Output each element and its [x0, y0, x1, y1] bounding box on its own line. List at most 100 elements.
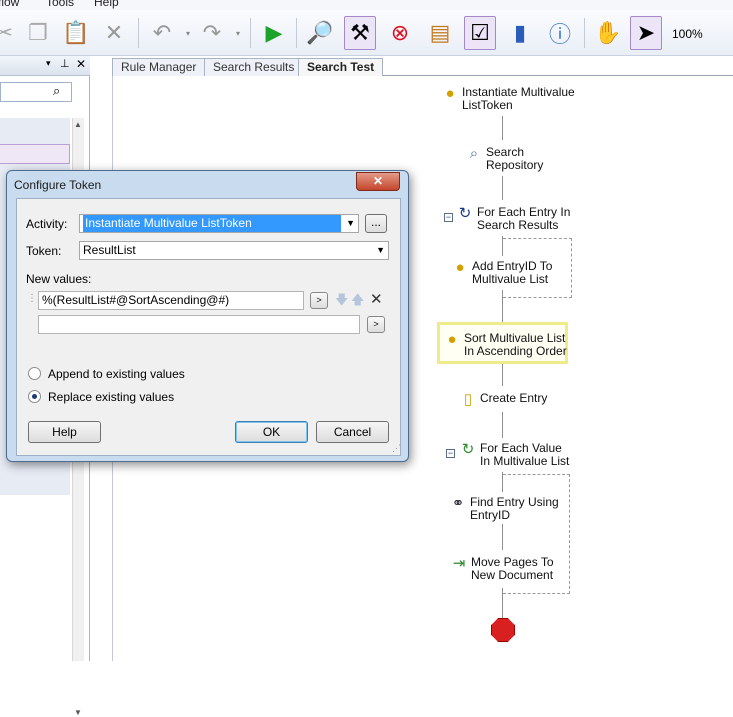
- loop-icon: ↻: [458, 205, 472, 222]
- cut-icon[interactable]: ✂: [0, 16, 20, 50]
- close-icon[interactable]: ✕: [76, 57, 86, 71]
- new-values-label: New values:: [26, 272, 92, 286]
- activity-select[interactable]: Instantiate Multivalue ListToken ▼: [79, 214, 359, 233]
- move-up-icon[interactable]: 🡅: [351, 291, 364, 313]
- menu-bar: rflow Tools Help: [0, 0, 733, 10]
- activity-label: Instantiate Multivalue: [462, 85, 575, 99]
- menu-tools[interactable]: Tools: [46, 0, 74, 9]
- connector: [502, 116, 503, 140]
- properties-icon[interactable]: ▤: [424, 16, 456, 50]
- activity-label: EntryID: [470, 508, 511, 522]
- activity-instantiate[interactable]: ● Instantiate Multivalue ListToken: [441, 85, 575, 112]
- collapse-icon[interactable]: −: [444, 213, 453, 222]
- pin-icon[interactable]: ⊥: [60, 57, 70, 70]
- connector: [502, 290, 503, 322]
- move-down-icon[interactable]: 🡇: [335, 291, 348, 313]
- panel-menu-icon[interactable]: ▾: [46, 58, 51, 69]
- document-tabs: Rule Manager Search Results Search Test: [112, 56, 733, 76]
- toolbar: ✂ ❐ 📋 ✕ ↶ ▾ ↷ ▾ ▶ 🔎 ⚒ ⊗ ▤ ☑ ▮ ⓘ ✋ ➤ 100%: [0, 10, 733, 56]
- remove-value-icon[interactable]: ✕: [370, 290, 383, 308]
- search-icon[interactable]: ⌕: [53, 83, 60, 99]
- resize-grip-icon[interactable]: ⋰: [392, 443, 401, 454]
- toolbar-separator: [296, 18, 297, 48]
- toolbar-separator: [138, 18, 139, 48]
- help-button[interactable]: Help: [28, 421, 101, 443]
- copy-icon[interactable]: ❐: [22, 16, 54, 50]
- connector: [502, 364, 503, 386]
- dialog-title: Configure Token: [14, 178, 102, 192]
- pointer-icon[interactable]: ➤: [630, 16, 662, 50]
- pan-hand-icon[interactable]: ✋: [592, 16, 624, 50]
- activity-label: Search: [486, 145, 525, 159]
- token-select-value: ResultList: [83, 243, 136, 257]
- insert-token-button[interactable]: >: [310, 292, 328, 309]
- activity-label: Search Results: [477, 218, 559, 232]
- token-icon: ●: [447, 331, 457, 348]
- menu-workflow[interactable]: rflow: [0, 0, 19, 9]
- ok-button[interactable]: OK: [235, 421, 308, 443]
- insert-token-button[interactable]: >: [367, 316, 385, 333]
- binoculars-icon: ⚭: [451, 495, 465, 512]
- token-icon: ●: [455, 259, 465, 276]
- token-label: Token:: [26, 244, 62, 258]
- activity-for-each-value[interactable]: ↻ For Each Value In Multivalue List: [459, 441, 570, 468]
- connector: [502, 588, 503, 618]
- activity-label: In Multivalue List: [480, 454, 570, 468]
- activity-label: Sort Multivalue List: [464, 331, 566, 345]
- activity-add-entryid[interactable]: ● Add EntryID To Multivalue List: [451, 260, 552, 286]
- search-star-icon[interactable]: 🔎: [304, 16, 336, 50]
- paste-icon[interactable]: 📋: [60, 16, 92, 50]
- chevron-down-icon: ▼: [376, 245, 385, 255]
- move-pages-icon: ⇥: [452, 555, 466, 572]
- chart-icon[interactable]: ▮: [504, 16, 536, 50]
- dialog-body: Activity: Instantiate Multivalue ListTok…: [16, 198, 401, 456]
- token-icon: ●: [445, 85, 455, 102]
- checklist-icon[interactable]: ☑: [464, 16, 496, 50]
- activity-select-value: Instantiate Multivalue ListToken: [83, 215, 341, 232]
- info-diagram-icon[interactable]: ⓘ: [544, 16, 576, 50]
- activity-search-repository[interactable]: ⌕ Search Repository: [465, 145, 544, 172]
- collapse-icon[interactable]: −: [446, 449, 455, 458]
- cancel-button[interactable]: Cancel: [316, 421, 389, 443]
- value-field-1[interactable]: %(ResultList#@SortAscending@#): [38, 291, 304, 310]
- activity-label: Add EntryID To: [472, 259, 553, 273]
- activity-create-entry[interactable]: ▯ Create Entry: [459, 391, 548, 408]
- activity-sort-multivalue[interactable]: ● Sort Multivalue List In Ascending Order: [443, 331, 567, 358]
- tab-search-test[interactable]: Search Test: [298, 58, 384, 76]
- scroll-up-icon[interactable]: ▲: [74, 120, 82, 129]
- activity-label: Create Entry: [480, 391, 548, 405]
- activity-label: ListToken: [462, 98, 513, 112]
- append-label: Append to existing values: [48, 367, 185, 381]
- token-select[interactable]: ResultList ▼: [79, 241, 389, 260]
- activity-label: Multivalue List: [472, 272, 549, 286]
- panel-selected-item[interactable]: [0, 144, 70, 164]
- value-field-2[interactable]: [38, 315, 360, 334]
- loop-icon: ↻: [461, 441, 475, 458]
- activity-find-entry[interactable]: ⚭ Find Entry Using EntryID: [449, 496, 559, 522]
- panel-search-input[interactable]: ⌕: [0, 82, 72, 102]
- connector: [502, 176, 503, 200]
- tab-search-results[interactable]: Search Results: [204, 58, 304, 76]
- activity-for-each-entry[interactable]: ↻ For Each Entry In Search Results: [456, 205, 571, 232]
- replace-radio[interactable]: [28, 390, 41, 403]
- close-button[interactable]: ✕: [356, 172, 400, 191]
- zoom-level[interactable]: 100%: [672, 27, 703, 41]
- menu-help[interactable]: Help: [94, 0, 119, 9]
- activity-label: Move Pages To: [471, 555, 554, 569]
- tab-rule-manager[interactable]: Rule Manager: [112, 58, 206, 76]
- toolbar-separator: [250, 18, 251, 48]
- activity-label: New Document: [471, 568, 554, 582]
- tools-icon[interactable]: ⚒: [344, 16, 376, 50]
- panel-header: ▾ ⊥ ✕: [0, 56, 90, 76]
- append-radio[interactable]: [28, 367, 41, 380]
- scroll-down-icon[interactable]: ▼: [74, 708, 82, 717]
- run-icon[interactable]: ▶: [258, 16, 290, 50]
- delete-icon[interactable]: ✕: [98, 16, 130, 50]
- activity-move-pages[interactable]: ⇥ Move Pages To New Document: [450, 556, 554, 582]
- activity-label: In Ascending Order: [464, 344, 567, 358]
- search-icon: ⌕: [469, 145, 479, 162]
- browse-button[interactable]: ...: [365, 214, 387, 233]
- connector: [502, 524, 503, 550]
- error-icon[interactable]: ⊗: [384, 16, 416, 50]
- chevron-down-icon: ▼: [346, 218, 355, 228]
